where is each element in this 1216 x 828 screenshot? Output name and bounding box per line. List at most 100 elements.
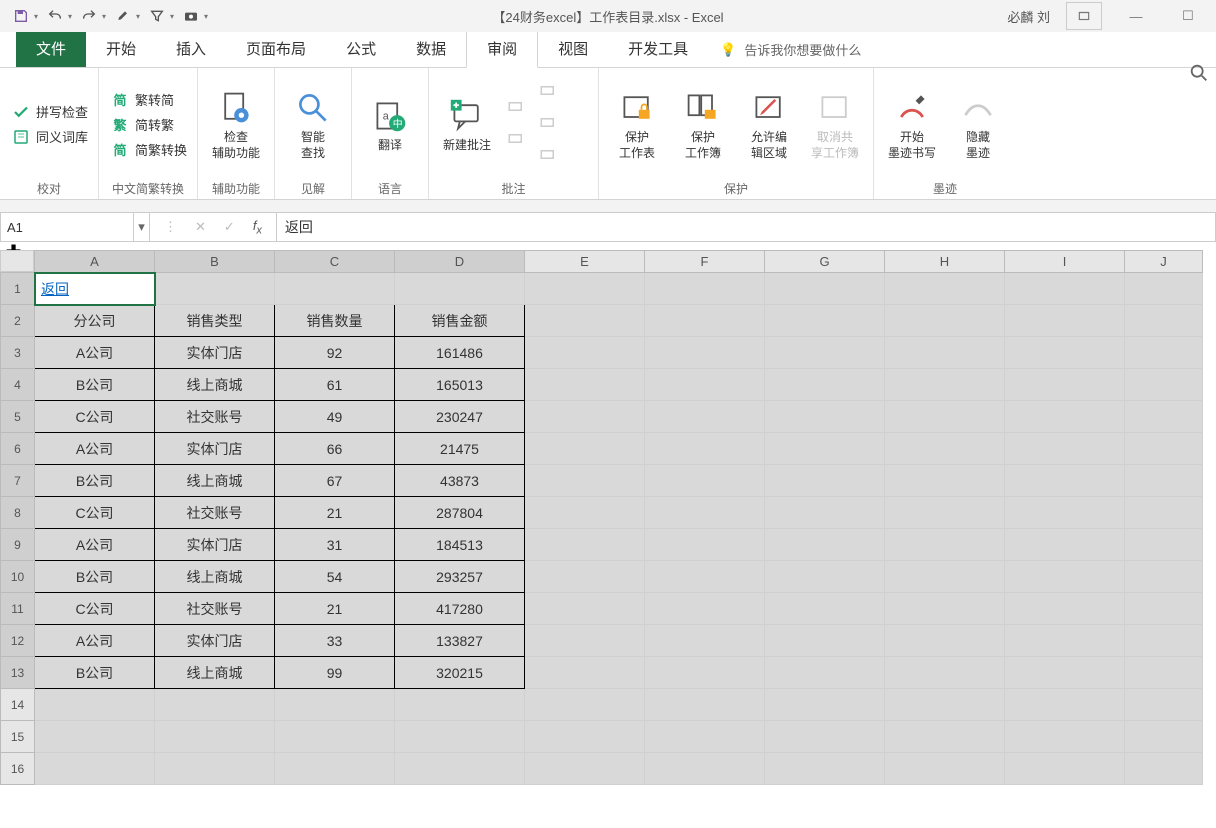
cell[interactable]	[35, 689, 155, 721]
cell[interactable]	[765, 625, 885, 657]
cell[interactable]: 21	[275, 497, 395, 529]
cell[interactable]	[885, 561, 1005, 593]
cell[interactable]	[1005, 433, 1125, 465]
cell[interactable]	[765, 337, 885, 369]
tab-home[interactable]: 开始	[86, 30, 156, 67]
cell[interactable]: A公司	[35, 337, 155, 369]
cell[interactable]	[885, 721, 1005, 753]
cell[interactable]: 线上商城	[155, 561, 275, 593]
cell[interactable]	[395, 273, 525, 305]
cell[interactable]: 92	[275, 337, 395, 369]
cell[interactable]	[645, 497, 765, 529]
cell[interactable]: 社交账号	[155, 497, 275, 529]
cell[interactable]	[645, 529, 765, 561]
cell[interactable]	[1005, 529, 1125, 561]
cell[interactable]: 184513	[395, 529, 525, 561]
cell[interactable]	[1005, 593, 1125, 625]
cell[interactable]: B公司	[35, 369, 155, 401]
cell[interactable]	[765, 753, 885, 785]
cell[interactable]: B公司	[35, 465, 155, 497]
cell[interactable]: 21	[275, 593, 395, 625]
brush-icon[interactable]	[112, 5, 134, 27]
cell[interactable]: 实体门店	[155, 433, 275, 465]
cell[interactable]	[395, 753, 525, 785]
cell[interactable]	[525, 497, 645, 529]
cell[interactable]	[1125, 657, 1203, 689]
cell[interactable]	[525, 465, 645, 497]
select-all-corner[interactable]	[0, 250, 34, 272]
cell[interactable]	[525, 337, 645, 369]
cell[interactable]: 实体门店	[155, 529, 275, 561]
cell[interactable]: B公司	[35, 657, 155, 689]
cell[interactable]	[885, 337, 1005, 369]
cell[interactable]	[765, 529, 885, 561]
redo-icon[interactable]	[78, 5, 100, 27]
cell[interactable]	[645, 337, 765, 369]
formula-input[interactable]: 返回	[277, 212, 1216, 242]
cell[interactable]	[765, 465, 885, 497]
hide-ink-button[interactable]: 隐藏墨迹	[948, 83, 1008, 165]
cell[interactable]	[645, 753, 765, 785]
cell[interactable]	[645, 401, 765, 433]
cell[interactable]: 销售数量	[275, 305, 395, 337]
options-icon[interactable]: ⋮	[164, 219, 177, 235]
cell[interactable]: 返回	[35, 273, 155, 305]
cell[interactable]: 133827	[395, 625, 525, 657]
cell[interactable]: 293257	[395, 561, 525, 593]
allow-edit-ranges-button[interactable]: 允许编辑区域	[739, 83, 799, 165]
cell[interactable]	[1005, 369, 1125, 401]
tab-developer[interactable]: 开发工具	[608, 30, 708, 67]
cell[interactable]	[1125, 561, 1203, 593]
spell-check-button[interactable]: 拼写检查	[8, 100, 90, 123]
cell[interactable]: 社交账号	[155, 401, 275, 433]
cell[interactable]	[885, 625, 1005, 657]
cell[interactable]: 49	[275, 401, 395, 433]
fx-icon[interactable]: fx	[253, 218, 262, 237]
cell[interactable]	[525, 657, 645, 689]
name-box[interactable]: A1	[0, 212, 134, 242]
search-icon[interactable]	[1188, 62, 1210, 87]
cell[interactable]	[885, 305, 1005, 337]
cell[interactable]	[525, 753, 645, 785]
cell[interactable]	[1005, 497, 1125, 529]
cell[interactable]	[155, 753, 275, 785]
tab-review[interactable]: 审阅	[466, 29, 538, 68]
save-icon[interactable]	[10, 5, 32, 27]
cell[interactable]: 销售类型	[155, 305, 275, 337]
cell[interactable]	[885, 369, 1005, 401]
cell[interactable]: 66	[275, 433, 395, 465]
tab-formulas[interactable]: 公式	[326, 30, 396, 67]
cell[interactable]	[645, 273, 765, 305]
cell[interactable]: 61	[275, 369, 395, 401]
cell[interactable]	[765, 689, 885, 721]
cell[interactable]	[765, 433, 885, 465]
cell[interactable]	[765, 305, 885, 337]
cell[interactable]	[645, 465, 765, 497]
cell[interactable]: C公司	[35, 593, 155, 625]
cell[interactable]: 分公司	[35, 305, 155, 337]
cell[interactable]: 实体门店	[155, 337, 275, 369]
tab-pagelayout[interactable]: 页面布局	[226, 30, 326, 67]
cell[interactable]: 销售金额	[395, 305, 525, 337]
cell[interactable]	[525, 273, 645, 305]
cell[interactable]	[1005, 401, 1125, 433]
ribbon-options-icon[interactable]	[1066, 2, 1102, 30]
tab-data[interactable]: 数据	[396, 30, 466, 67]
cell[interactable]	[1005, 337, 1125, 369]
cell[interactable]	[1005, 273, 1125, 305]
cell[interactable]	[525, 529, 645, 561]
cell[interactable]	[525, 593, 645, 625]
tab-view[interactable]: 视图	[538, 30, 608, 67]
cell[interactable]: 99	[275, 657, 395, 689]
thesaurus-button[interactable]: 同义词库	[8, 125, 90, 148]
cell[interactable]	[765, 657, 885, 689]
cell[interactable]: C公司	[35, 401, 155, 433]
cell[interactable]	[525, 369, 645, 401]
cell[interactable]	[1125, 401, 1203, 433]
cell[interactable]	[155, 273, 275, 305]
cell[interactable]	[645, 593, 765, 625]
cell[interactable]: 实体门店	[155, 625, 275, 657]
cell[interactable]	[525, 721, 645, 753]
cell[interactable]	[885, 529, 1005, 561]
cell[interactable]	[275, 721, 395, 753]
